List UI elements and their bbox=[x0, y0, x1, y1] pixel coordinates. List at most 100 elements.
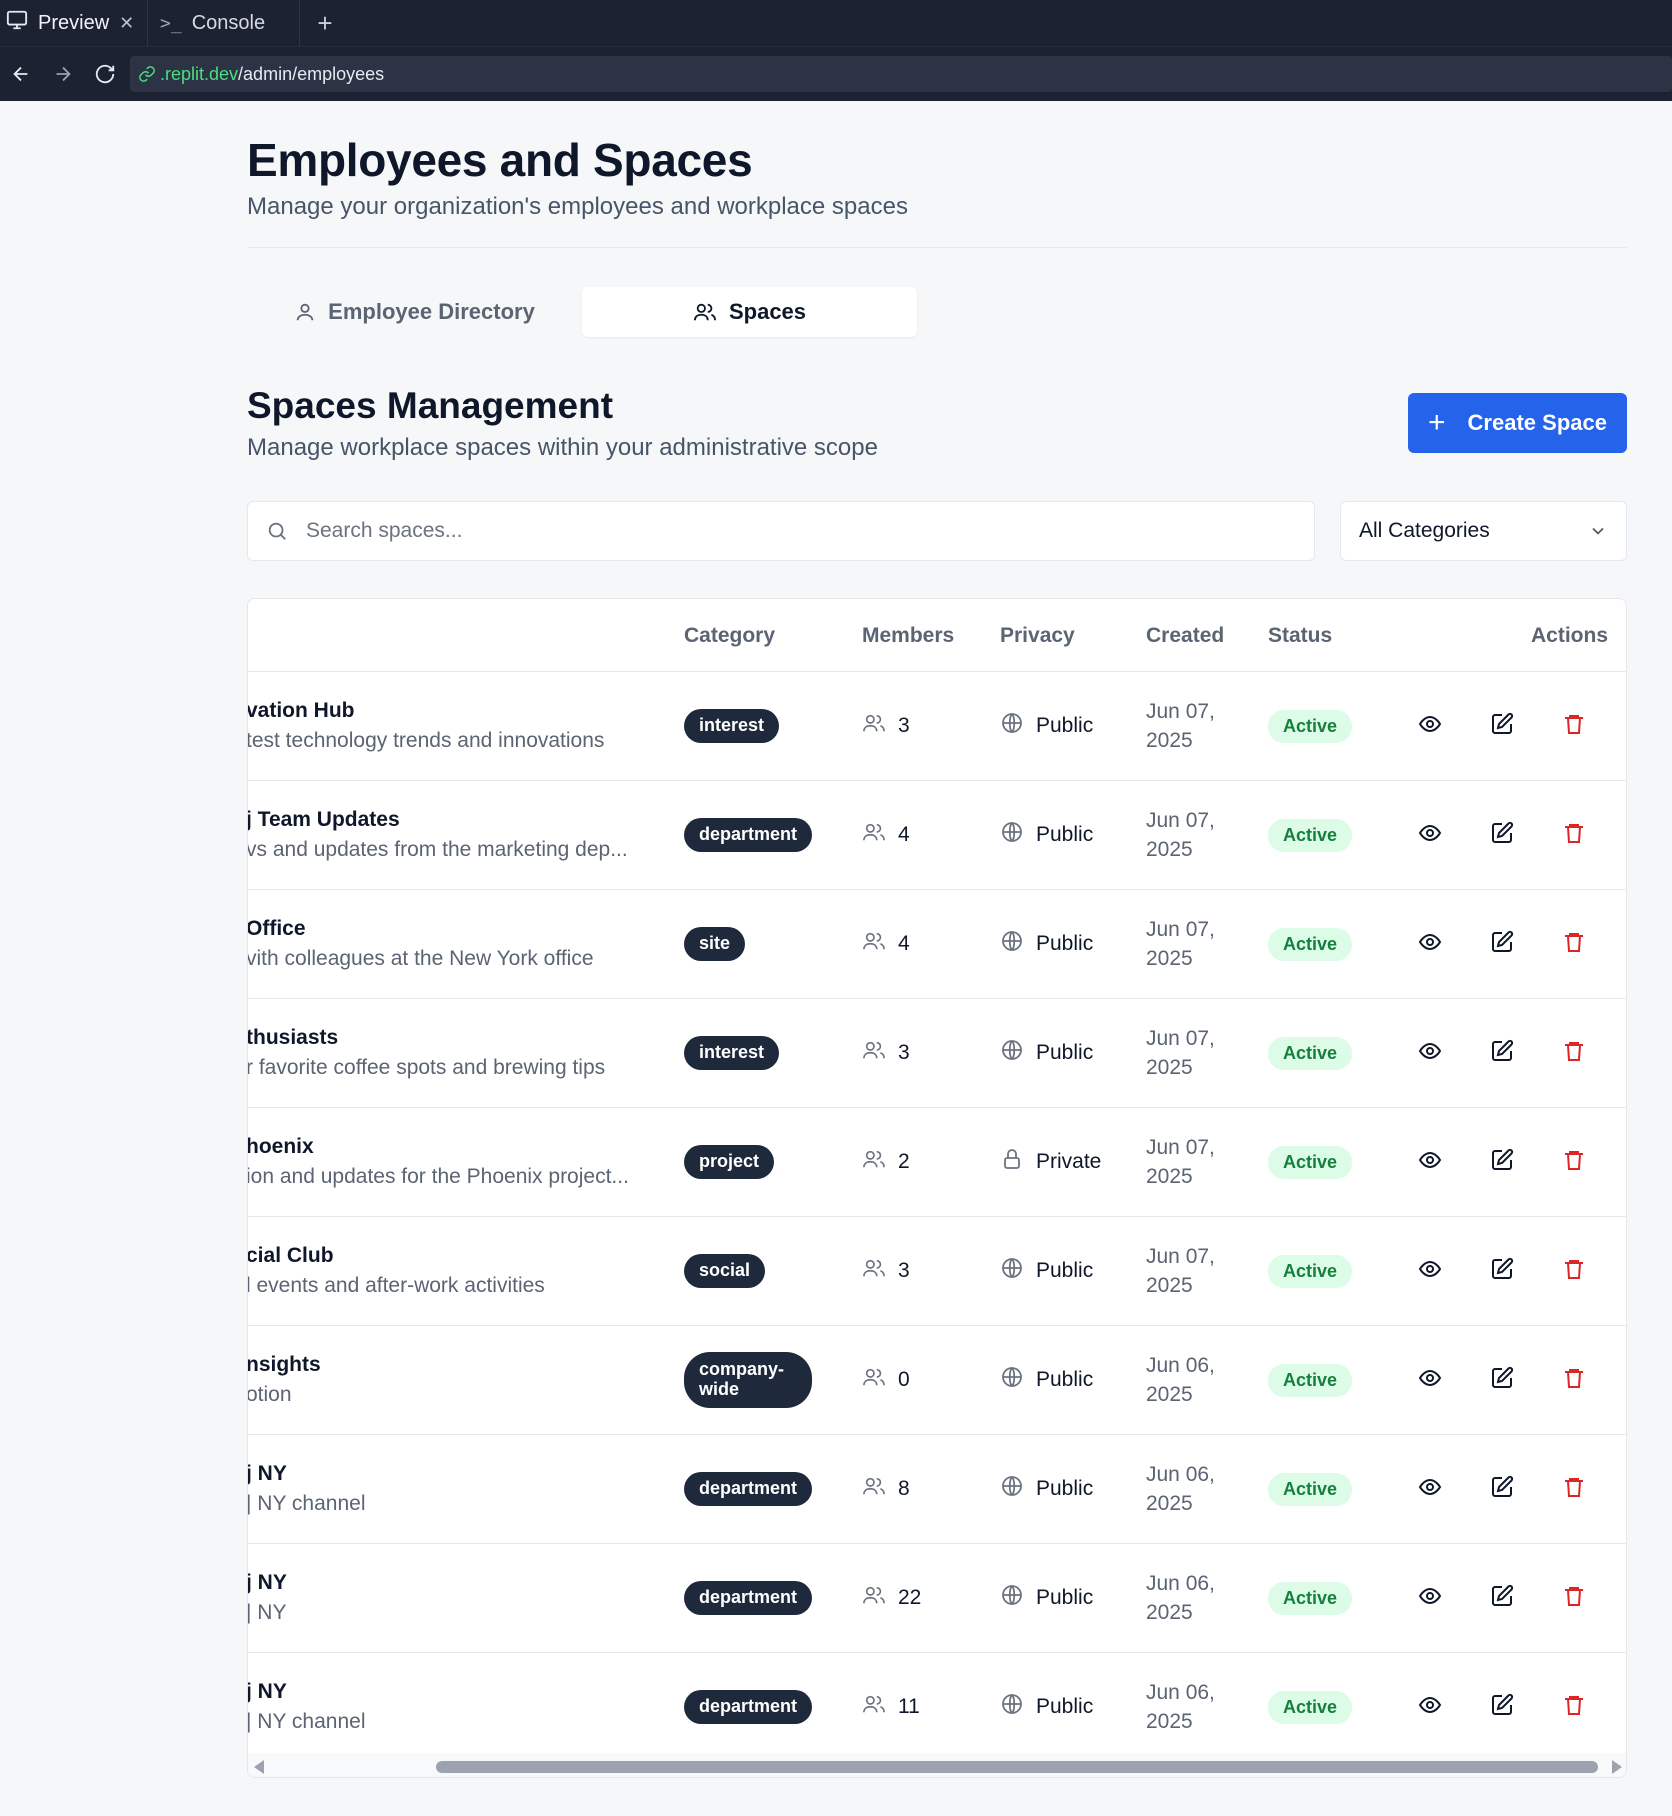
space-name[interactable]: cial Club bbox=[248, 1244, 334, 1268]
member-count: 8 bbox=[898, 1477, 910, 1500]
privacy-label: Public bbox=[1036, 823, 1094, 846]
delete-button[interactable] bbox=[1554, 1251, 1594, 1291]
users-icon bbox=[862, 1693, 886, 1721]
view-button[interactable] bbox=[1410, 1251, 1450, 1291]
horizontal-scrollbar[interactable] bbox=[248, 1753, 1626, 1777]
edit-button[interactable] bbox=[1482, 706, 1522, 746]
space-name[interactable]: thusiasts bbox=[248, 1026, 338, 1050]
tab-preview[interactable]: Preview ✕ bbox=[0, 0, 148, 46]
edit-button[interactable] bbox=[1482, 1033, 1522, 1073]
column-created[interactable]: Created bbox=[1146, 599, 1224, 672]
column-category[interactable]: Category bbox=[684, 599, 775, 672]
category-badge: department bbox=[684, 1690, 813, 1724]
edit-icon bbox=[1490, 1584, 1514, 1613]
delete-button[interactable] bbox=[1554, 1360, 1594, 1400]
table-row[interactable]: cial Club l events and after-work activit… bbox=[248, 1217, 1626, 1326]
edit-button[interactable] bbox=[1482, 1142, 1522, 1182]
edit-button[interactable] bbox=[1482, 1687, 1522, 1727]
space-name[interactable]: vation Hub bbox=[248, 699, 355, 723]
delete-button[interactable] bbox=[1554, 815, 1594, 855]
space-name[interactable]: j Team Updates bbox=[248, 808, 400, 832]
close-icon[interactable]: ✕ bbox=[119, 13, 134, 34]
edit-button[interactable] bbox=[1482, 1578, 1522, 1618]
edit-icon bbox=[1490, 1257, 1514, 1286]
forward-button[interactable] bbox=[42, 54, 84, 94]
actions-edit-cell bbox=[1482, 999, 1522, 1107]
delete-button[interactable] bbox=[1554, 1142, 1594, 1182]
members-cell: 3 bbox=[862, 672, 910, 780]
tab-employee-directory[interactable]: Employee Directory bbox=[247, 287, 582, 337]
view-button[interactable] bbox=[1410, 706, 1450, 746]
space-name-cell: j NY | NY channel bbox=[247, 1435, 666, 1543]
view-button[interactable] bbox=[1410, 815, 1450, 855]
scroll-left-arrow[interactable] bbox=[254, 1760, 264, 1774]
space-name[interactable]: j NY bbox=[248, 1462, 287, 1486]
space-description: ion and updates for the Phoenix project.… bbox=[247, 1165, 629, 1188]
space-name[interactable]: j NY bbox=[248, 1680, 287, 1704]
category-select[interactable]: All Categories bbox=[1340, 501, 1627, 561]
space-name[interactable]: hoenix bbox=[248, 1135, 314, 1159]
search-input[interactable] bbox=[306, 519, 1206, 543]
spaces-table: Category Members Privacy Created Status … bbox=[247, 598, 1627, 1778]
url-field[interactable]: .replit.dev/admin/employees bbox=[130, 56, 1672, 92]
back-button[interactable] bbox=[0, 54, 42, 94]
scrollbar-thumb[interactable] bbox=[436, 1761, 1598, 1773]
table-row[interactable]: j NY | NY channel department 8 Public Jun 06,… bbox=[247, 1435, 1626, 1544]
table-row[interactable]: j Team Updates vs and updates from the ma… bbox=[247, 781, 1626, 890]
table-row[interactable]: vation Hub test technology trends and inn… bbox=[248, 672, 1626, 781]
new-tab-button[interactable]: + bbox=[300, 0, 350, 46]
view-button[interactable] bbox=[1410, 1687, 1450, 1727]
delete-button[interactable] bbox=[1554, 1578, 1594, 1618]
table-row[interactable]: nsights otion company-wide 0 Public Jun 06, 20… bbox=[248, 1326, 1626, 1435]
tab-spaces[interactable]: Spaces bbox=[582, 287, 917, 337]
delete-button[interactable] bbox=[1554, 924, 1594, 964]
view-button[interactable] bbox=[1410, 1469, 1450, 1509]
edit-button[interactable] bbox=[1482, 924, 1522, 964]
delete-button[interactable] bbox=[1554, 1469, 1594, 1509]
table-row[interactable]: hoenix ion and updates for the Phoenix pr… bbox=[247, 1108, 1626, 1217]
users-icon bbox=[862, 1475, 886, 1503]
created-cell: Jun 06, 2025 bbox=[1146, 1653, 1226, 1761]
edit-icon bbox=[1490, 1039, 1514, 1068]
actions-view-cell bbox=[1410, 1544, 1450, 1652]
reload-button[interactable] bbox=[84, 54, 126, 94]
view-button[interactable] bbox=[1410, 1033, 1450, 1073]
space-name[interactable]: j NY bbox=[248, 1571, 287, 1595]
column-members[interactable]: Members bbox=[862, 599, 954, 672]
delete-button[interactable] bbox=[1554, 1033, 1594, 1073]
delete-button[interactable] bbox=[1554, 1687, 1594, 1727]
member-count: 3 bbox=[898, 1041, 910, 1064]
space-name[interactable]: nsights bbox=[248, 1353, 321, 1377]
scroll-right-arrow[interactable] bbox=[1612, 1760, 1622, 1774]
create-space-button[interactable]: + Create Space bbox=[1408, 393, 1627, 453]
space-description: vs and updates from the marketing dep... bbox=[247, 838, 628, 861]
category-badge: company-wide bbox=[684, 1352, 812, 1408]
created-date: Jun 07, bbox=[1146, 1026, 1215, 1050]
privacy-cell: Public bbox=[1000, 672, 1093, 780]
delete-button[interactable] bbox=[1554, 706, 1594, 746]
users-icon bbox=[693, 303, 716, 321]
edit-button[interactable] bbox=[1482, 1360, 1522, 1400]
eye-icon bbox=[1418, 1475, 1442, 1504]
view-button[interactable] bbox=[1410, 1578, 1450, 1618]
tab-console[interactable]: >_ Console bbox=[148, 0, 300, 46]
space-name[interactable]: Office bbox=[248, 917, 306, 941]
column-privacy[interactable]: Privacy bbox=[1000, 599, 1075, 672]
table-row[interactable]: thusiasts r favorite coffee spots and bre… bbox=[248, 999, 1626, 1108]
view-button[interactable] bbox=[1410, 1360, 1450, 1400]
table-row[interactable]: j NY | NY channel department 11 Public Jun 06… bbox=[248, 1653, 1626, 1762]
column-status[interactable]: Status bbox=[1268, 599, 1332, 672]
table-row[interactable]: j NY | NY department 22 Public Jun 06, 2025 Act… bbox=[248, 1544, 1626, 1653]
globe-icon bbox=[1000, 1583, 1024, 1613]
edit-button[interactable] bbox=[1482, 815, 1522, 855]
status-cell: Active bbox=[1268, 781, 1353, 889]
edit-button[interactable] bbox=[1482, 1469, 1522, 1509]
eye-icon bbox=[1418, 1039, 1442, 1068]
category-badge: department bbox=[684, 818, 813, 852]
edit-button[interactable] bbox=[1482, 1251, 1522, 1291]
space-description: | NY channel bbox=[247, 1492, 366, 1515]
table-row[interactable]: Office vith colleagues at the New York of… bbox=[248, 890, 1626, 999]
view-button[interactable] bbox=[1410, 1142, 1450, 1182]
category-badge: interest bbox=[684, 1036, 780, 1070]
view-button[interactable] bbox=[1410, 924, 1450, 964]
